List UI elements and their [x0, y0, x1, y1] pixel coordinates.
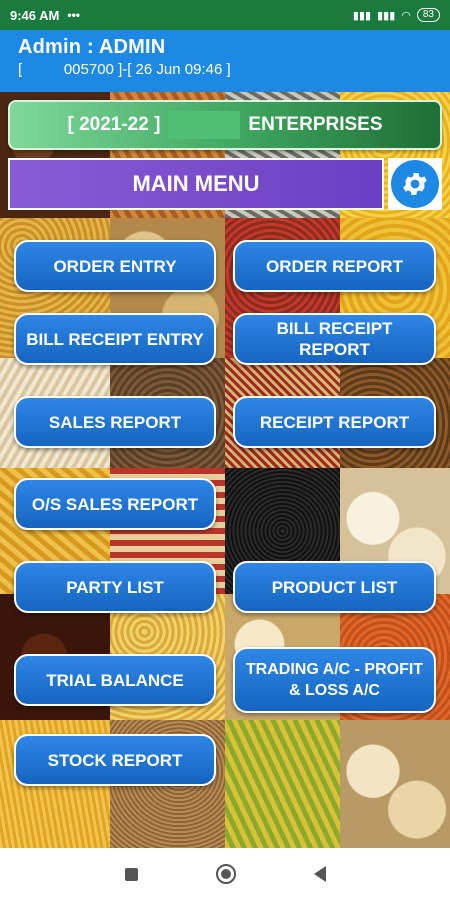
- settings-button[interactable]: [391, 160, 439, 208]
- settings-area: [388, 158, 442, 210]
- notification-dots-icon: •••: [67, 8, 80, 22]
- main-menu-header: MAIN MENU: [8, 158, 384, 210]
- sales-report-button[interactable]: SALES REPORT: [14, 396, 216, 448]
- financial-year: [ 2021-22 ]: [67, 114, 161, 135]
- app-bar: Admin : ADMIN [ 005700 ]-[ 26 Jun 09:46 …: [0, 30, 450, 92]
- recents-icon[interactable]: [124, 867, 138, 881]
- order-report-button[interactable]: ORDER REPORT: [233, 240, 436, 292]
- signal-icon: ▮▮▮: [377, 9, 396, 22]
- signal-icon: ▮▮▮: [352, 9, 372, 22]
- bg-tile: [340, 720, 450, 848]
- bill-receipt-report-button[interactable]: BILL RECEIPT REPORT: [233, 313, 436, 365]
- company-banner: [ 2021-22 ] ENTERPRISES: [8, 100, 442, 150]
- gear-icon: [403, 173, 427, 195]
- product-list-button[interactable]: PRODUCT LIST: [233, 561, 436, 613]
- battery-icon: 83: [416, 8, 440, 22]
- home-icon[interactable]: [215, 864, 236, 884]
- system-nav-bar: [0, 848, 450, 900]
- trading-profit-loss-button[interactable]: TRADING A/C - PROFIT & LOSS A/C: [233, 647, 436, 713]
- status-time: 9:46 AM: [10, 7, 60, 23]
- trial-balance-button[interactable]: TRIAL BALANCE: [14, 654, 216, 706]
- bill-receipt-entry-button[interactable]: BILL RECEIPT ENTRY: [14, 313, 216, 365]
- status-bar: 9:46 AM ••• ▮▮▮ ▮▮▮ ◠ 83: [0, 0, 450, 30]
- redacted-company-name: [168, 111, 241, 139]
- status-icons: ▮▮▮ ▮▮▮ ◠ 83: [353, 8, 440, 22]
- page-title: Admin : ADMIN: [18, 36, 166, 58]
- session-info: [ 005700 ]-[ 26 Jun 09:46 ]: [18, 61, 231, 78]
- stock-report-button[interactable]: STOCK REPORT: [14, 734, 216, 786]
- receipt-report-button[interactable]: RECEIPT REPORT: [233, 396, 436, 448]
- wifi-icon: ◠: [401, 9, 411, 22]
- bg-tile: [225, 720, 340, 848]
- party-list-button[interactable]: PARTY LIST: [14, 561, 216, 613]
- os-sales-report-button[interactable]: O/S SALES REPORT: [14, 478, 216, 530]
- back-icon[interactable]: [313, 866, 326, 882]
- company-name: ENTERPRISES: [248, 114, 383, 135]
- order-entry-button[interactable]: ORDER ENTRY: [14, 240, 216, 292]
